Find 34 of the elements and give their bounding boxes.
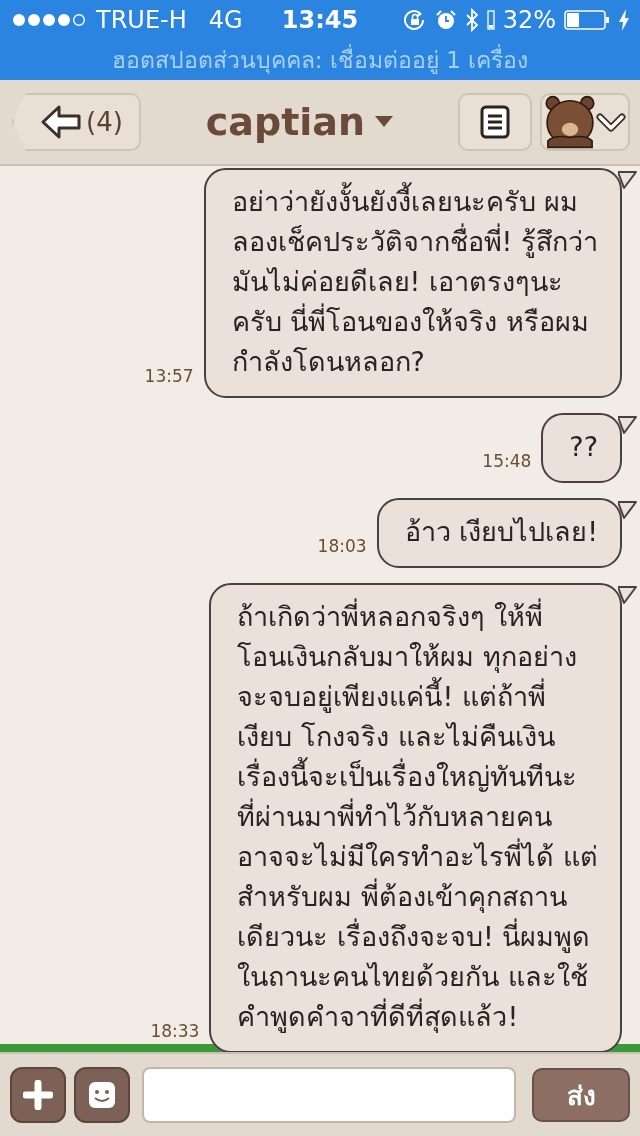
message-bubble[interactable]: อย่าว่ายังงั้นยังงี้เลยนะครับ ผม ลองเช็คประวัติจากชื่อพี่! รู้สึกว่า มันไม่ค่อยดีเลย! เอาตรงๆนะ ครับ นี่พี่โอนของให้จริง หรือผม กำลังโดนหลอก?	[203, 168, 622, 398]
message-bubble[interactable]: ??	[541, 413, 622, 483]
charging-icon	[618, 9, 630, 31]
alarm-icon	[434, 9, 457, 31]
message-time: 18:33	[150, 1021, 200, 1041]
message-time: 13:57	[144, 366, 194, 386]
back-button[interactable]: (4)	[12, 93, 141, 151]
message-bubble[interactable]: อ้าว เงียบไปเลย!	[376, 498, 622, 568]
bear-avatar-drawing	[544, 95, 596, 149]
send-button[interactable]: ส่ง	[532, 1068, 630, 1122]
device-battery-icon	[486, 10, 495, 30]
notes-button[interactable]	[458, 93, 532, 151]
profile-button[interactable]	[540, 93, 630, 151]
notes-icon	[480, 105, 510, 139]
chat-title[interactable]: captian	[140, 100, 458, 144]
emoji-button[interactable]	[74, 1067, 130, 1123]
rotation-lock-icon	[402, 9, 427, 31]
message-input[interactable]	[142, 1067, 516, 1123]
battery-percent: 32%	[502, 6, 556, 34]
back-arrow-icon	[40, 104, 84, 140]
message-time: 18:03	[317, 536, 367, 556]
caret-icon	[375, 116, 394, 128]
smiley-icon	[87, 1080, 117, 1110]
status-time: 13:45	[281, 6, 359, 34]
bluetooth-icon	[464, 8, 479, 32]
carrier-name: TRUE-H	[96, 6, 187, 34]
signal-icon	[12, 13, 88, 27]
message-bubble[interactable]: ถ้าเกิดว่าพี่หลอกจริงๆ ให้พี่ โอนเงินกลับมาให้ผม ทุกอย่าง จะจบอยู่เพียงแค่นี้! แต่ถ้าพี่ เงียบ โกงจริง และไม่คืนเงิน เรื่องนี้จะเป็นเรื่องใหญ่ทันทีนะ ที่ผ่านมาพี่ทำไว้กับหลายคน อาจจะไม่มีใครทำอะไรพี่ได้ แต่ สำหรับผม พี่ต้องเข้าคุกสถาน เดียวนะ เรื่องถึงจะจบ! นี่ผมพูด ในถานะคนไทยด้วยกัน และใช้ คำพูดคำจาที่ดีที่สุดแล้ว!	[209, 583, 622, 1052]
plus-icon	[23, 1080, 53, 1110]
network-type: 4G	[208, 6, 243, 34]
message-time: 15:48	[482, 451, 532, 471]
chevron-down-icon	[596, 111, 626, 133]
add-button[interactable]	[10, 1067, 66, 1123]
battery-icon	[564, 10, 610, 30]
